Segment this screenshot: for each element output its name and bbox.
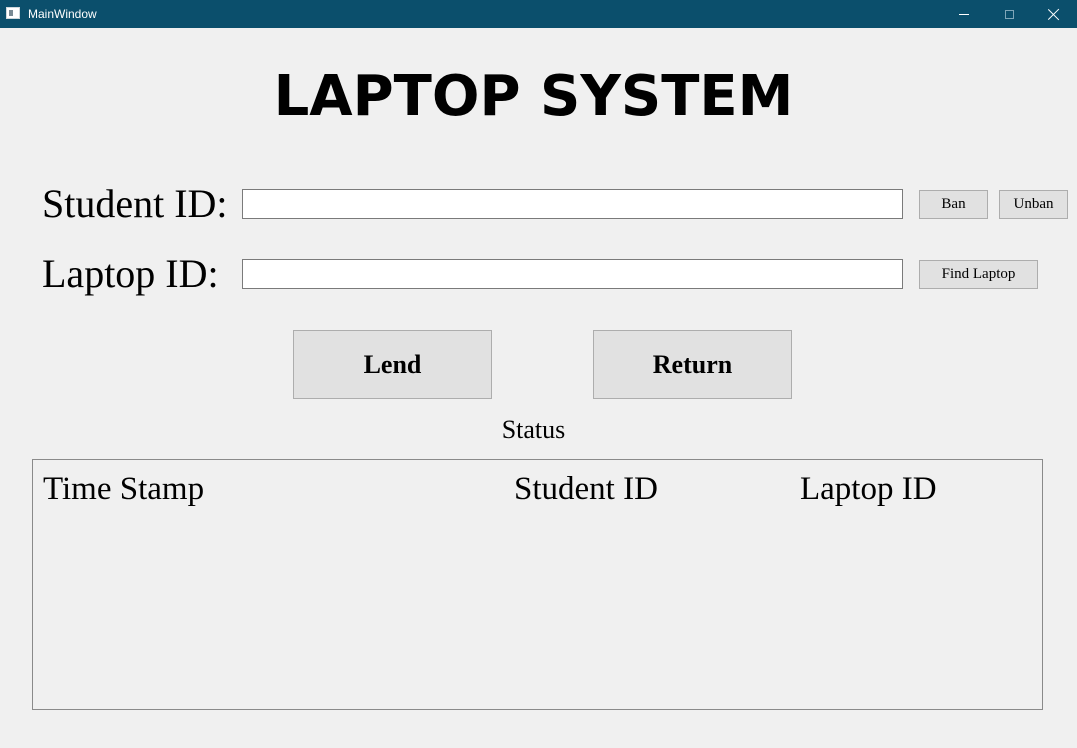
column-header-time-stamp: Time Stamp <box>43 471 205 507</box>
student-id-label: Student ID: <box>42 181 228 226</box>
status-log-list[interactable]: Time Stamp Student ID Laptop ID <box>32 459 1043 710</box>
minimize-button[interactable] <box>941 0 987 28</box>
ban-button[interactable]: Ban <box>919 190 988 219</box>
close-icon <box>1048 8 1060 20</box>
find-laptop-button[interactable]: Find Laptop <box>919 260 1038 289</box>
maximize-icon <box>1004 9 1014 19</box>
return-button[interactable]: Return <box>593 330 792 399</box>
app-window-icon <box>6 7 20 19</box>
maximize-button[interactable] <box>986 0 1032 28</box>
status-label: Status <box>501 415 566 444</box>
title-bar[interactable]: MainWindow <box>0 0 1077 28</box>
column-header-student-id: Student ID <box>514 471 658 507</box>
window-title: MainWindow <box>28 7 97 21</box>
page-title: LAPTOP SYSTEM <box>273 64 794 129</box>
unban-button[interactable]: Unban <box>999 190 1068 219</box>
lend-button[interactable]: Lend <box>293 330 492 399</box>
main-window: MainWindow LAPTOP SYSTEM Student ID: Ban… <box>0 0 1077 748</box>
column-header-laptop-id: Laptop ID <box>800 471 937 507</box>
laptop-id-label: Laptop ID: <box>42 251 219 296</box>
minimize-icon <box>959 13 969 15</box>
laptop-id-input[interactable] <box>242 259 903 289</box>
student-id-input[interactable] <box>242 189 903 219</box>
close-button[interactable] <box>1031 0 1077 28</box>
